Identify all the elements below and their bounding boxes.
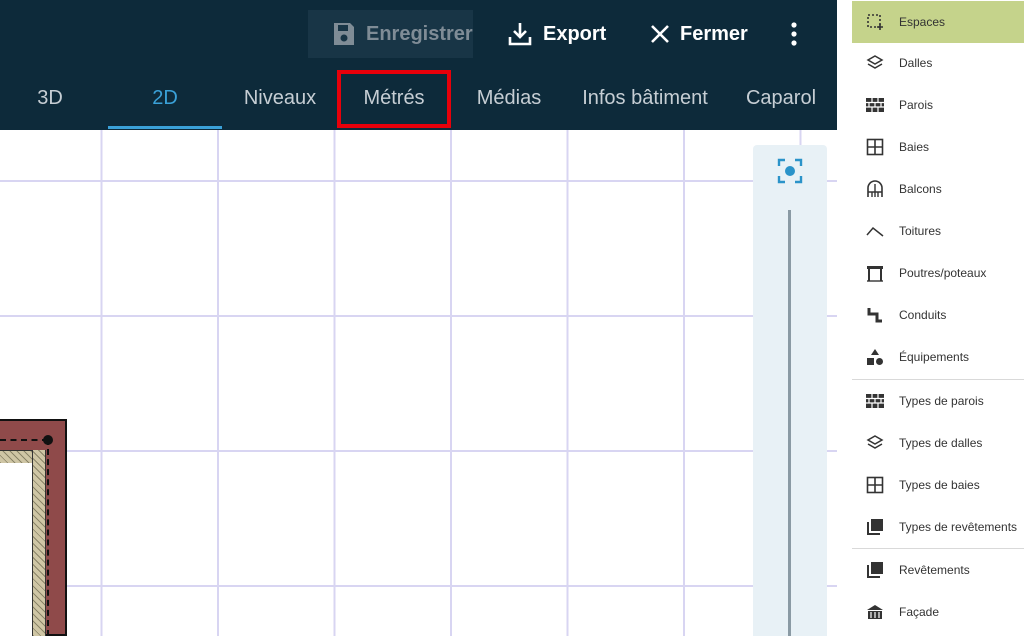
layers-icon — [865, 433, 885, 453]
stack-icon — [865, 517, 885, 537]
sidebar-item-label: Types de dalles — [899, 436, 983, 450]
sidebar-item-conduits[interactable]: Conduits — [852, 294, 1024, 336]
sidebar-item-facade[interactable]: Façade — [852, 591, 1024, 633]
window-icon — [865, 475, 885, 495]
zoom-slider[interactable] — [788, 210, 791, 636]
balcony-icon — [865, 179, 885, 199]
wall-axis-vertical — [47, 439, 49, 636]
app-root: Enregistrer Export Fermer 3D 2D Niveaux … — [0, 0, 1024, 636]
sidebar-item-baies[interactable]: Baies — [852, 126, 1024, 168]
sidebar-item-parois[interactable]: Parois — [852, 84, 1024, 126]
save-button[interactable]: Enregistrer — [308, 10, 473, 58]
more-menu-button[interactable] — [786, 10, 802, 58]
plan-canvas[interactable] — [0, 130, 837, 636]
sidebar-item-label: Types de revêtements — [899, 520, 1018, 534]
sidebar-item-toitures[interactable]: Toitures — [852, 210, 1024, 252]
close-button[interactable]: Fermer — [650, 10, 748, 58]
bricks-icon — [865, 95, 885, 115]
sidebar-item-label: Toitures — [899, 224, 942, 238]
sidebar-item-label: Dalles — [899, 56, 933, 70]
building-icon — [865, 602, 885, 622]
export-button[interactable]: Export — [507, 10, 606, 58]
sidebar-item-label: Types de parois — [899, 394, 984, 408]
sidebar-item-label: Conduits — [899, 308, 947, 322]
tab-2d[interactable]: 2D — [108, 68, 222, 128]
sidebar-item-label: Façade — [899, 605, 940, 619]
bricks-icon — [865, 391, 885, 411]
sidebar-item-label: Revêtements — [899, 563, 970, 577]
beam-icon — [865, 263, 885, 283]
sidebar-item-types-de-baies[interactable]: Types de baies — [852, 464, 1024, 506]
sidebar-item-espaces[interactable]: Espaces — [852, 1, 1024, 43]
wall-axis-horizontal — [0, 439, 48, 441]
sidebar-item-balcons[interactable]: Balcons — [852, 168, 1024, 210]
sidebar-item-types-de-parois[interactable]: Types de parois — [852, 380, 1024, 422]
export-label: Export — [543, 22, 607, 45]
sidebar-item-types-de-dalles[interactable]: Types de dalles — [852, 422, 1024, 464]
recenter-button[interactable] — [775, 156, 805, 186]
sidebar-item-label: Balcons — [899, 182, 942, 196]
sidebar-item-label: Types de baies — [899, 478, 980, 492]
sidebar-item-label: Parois — [899, 98, 934, 112]
tab-infos-batiment[interactable]: Infos bâtiment — [570, 68, 720, 128]
focus-center-icon — [777, 158, 803, 184]
floppy-disk-icon — [334, 23, 354, 45]
sidebar-item-label: Équipements — [899, 350, 970, 364]
download-icon — [508, 23, 532, 46]
sidebar-item-label: Poutres/poteaux — [899, 266, 987, 280]
tab-caparol[interactable]: Caparol — [735, 68, 827, 128]
tab-niveaux[interactable]: Niveaux — [228, 68, 332, 128]
save-label: Enregistrer — [366, 22, 473, 45]
sidebar-item-label: Baies — [899, 140, 930, 154]
roof-icon — [865, 221, 885, 241]
wall-lining — [32, 450, 46, 636]
sidebar-item-poutres-poteaux[interactable]: Poutres/poteaux — [852, 252, 1024, 294]
highlight-box — [337, 70, 451, 128]
stack-icon — [865, 560, 885, 580]
tab-3d[interactable]: 3D — [20, 68, 80, 128]
more-vertical-icon — [791, 22, 797, 46]
sidebar-item-dalles[interactable]: Dalles — [852, 42, 1024, 84]
sidebar-item-types-de-revetements[interactable]: Types de revêtements — [852, 506, 1024, 548]
select-area-icon — [865, 12, 885, 32]
tab-medias[interactable]: Médias — [460, 68, 558, 128]
close-label: Fermer — [680, 22, 748, 45]
duct-icon — [865, 305, 885, 325]
room-interior[interactable] — [0, 463, 32, 636]
window-icon — [865, 137, 885, 157]
sidebar-item-equipements[interactable]: Équipements — [852, 336, 1024, 378]
wall-corner-node[interactable] — [43, 435, 53, 445]
active-tab-indicator — [108, 126, 222, 129]
close-icon — [651, 25, 669, 43]
sidebar-item-revetements[interactable]: Revêtements — [852, 549, 1024, 591]
layers-icon — [865, 53, 885, 73]
sidebar-item-label: Espaces — [899, 15, 946, 29]
shapes-icon — [865, 347, 885, 367]
